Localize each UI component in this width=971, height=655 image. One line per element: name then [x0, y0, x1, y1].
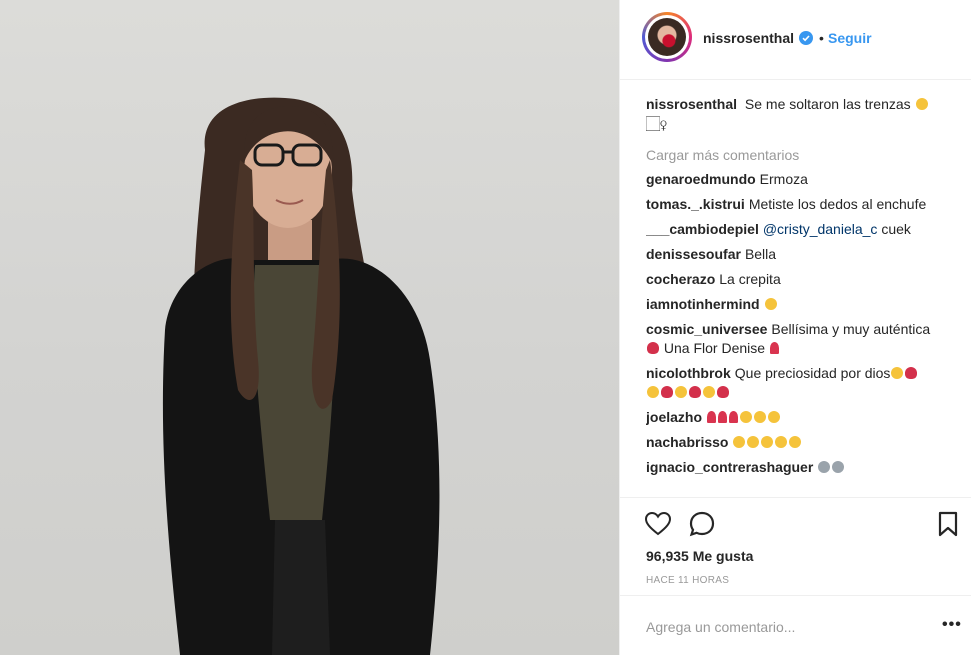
heart-emoji-icon — [905, 367, 918, 379]
comment-username[interactable]: ___cambiodepiel — [646, 221, 759, 237]
comment-text: Metiste los dedos al enchufe — [748, 196, 927, 212]
heart-eyes-emoji-icon — [891, 367, 904, 379]
comment-username[interactable]: denissesoufar — [646, 246, 741, 262]
comment-item: nachabrisso — [646, 433, 956, 452]
comment-item: genaroedmundo Ermoza — [646, 170, 956, 189]
verified-badge-icon — [799, 31, 813, 45]
caption-username[interactable]: nissrosenthal — [646, 96, 737, 112]
rose-emoji-icon — [769, 342, 779, 354]
comment-item: tomas._.kistrui Metiste los dedos al ench… — [646, 195, 956, 214]
tongue-emoji-icon — [915, 98, 928, 110]
comment-text: Que preciosidad por dios — [734, 365, 891, 381]
caption-line2: 🏻‍♀ — [646, 115, 667, 131]
heart-eyes-emoji-icon — [768, 411, 781, 423]
heart-emoji-icon — [689, 386, 701, 398]
comment-item: joelazho — [646, 408, 956, 427]
rose-emoji-icon — [729, 411, 739, 423]
photo-illustration — [162, 97, 440, 655]
comment-username[interactable]: tomas._.kistrui — [646, 196, 745, 212]
comments-list[interactable]: nissrosenthal Se me soltaron las trenzas… — [646, 95, 956, 495]
comment-username[interactable]: nicolothbrok — [646, 365, 731, 381]
kiss-emoji-icon — [740, 411, 753, 423]
post-side-panel: nissrosenthal • Seguir nissrosenthal Se … — [619, 0, 971, 655]
comment-text: Bellísima y muy auténtica — [771, 321, 931, 337]
comment-text-line2: Una Flor Denise — [663, 340, 766, 356]
speech-bubble-icon[interactable] — [688, 510, 716, 538]
comment-mention[interactable]: @cristy_daniela_c — [763, 221, 878, 237]
comment-item: iamnotinhermind — [646, 295, 956, 314]
likes-count[interactable]: 96,935 Me gusta — [646, 548, 753, 564]
heart-eyes-emoji-icon — [703, 386, 715, 398]
post-header: nissrosenthal • Seguir — [620, 0, 971, 80]
cat-emoji-icon — [818, 461, 831, 473]
add-comment-section: ••• — [620, 595, 971, 655]
comment-username[interactable]: cosmic_universee — [646, 321, 767, 337]
heart-eyes-emoji-icon — [775, 436, 788, 448]
comment-username[interactable]: genaroedmundo — [646, 171, 756, 187]
post-photo[interactable] — [0, 0, 619, 655]
comment-username[interactable]: iamnotinhermind — [646, 296, 760, 312]
comment-text: Ermoza — [759, 171, 808, 187]
heart-eyes-emoji-icon — [733, 436, 746, 448]
caption: nissrosenthal Se me soltaron las trenzas… — [646, 95, 956, 133]
heart-eyes-emoji-icon — [761, 436, 774, 448]
cat-emoji-icon — [832, 461, 845, 473]
comment-item: denissesoufar Bella — [646, 245, 956, 264]
heart-eyes-emoji-icon — [754, 411, 767, 423]
comment-item: nicolothbrok Que preciosidad por dios — [646, 364, 956, 402]
avatar-image — [648, 18, 686, 56]
add-comment-input[interactable] — [644, 614, 928, 640]
comment-text: cuek — [881, 221, 911, 237]
load-more-comments-button[interactable]: Cargar más comentarios — [646, 147, 956, 163]
heart-emoji-icon — [717, 386, 729, 398]
comment-username[interactable]: nachabrisso — [646, 434, 728, 450]
heart-eyes-emoji-icon — [747, 436, 760, 448]
rose-emoji-icon — [718, 411, 728, 423]
comment-username[interactable]: joelazho — [646, 409, 702, 425]
follow-button[interactable]: Seguir — [828, 30, 872, 46]
avatar[interactable] — [642, 12, 692, 62]
heart-outline-icon[interactable] — [644, 510, 672, 538]
comment-username[interactable]: ignacio_contrerashaguer — [646, 459, 813, 475]
heart-emoji-icon — [647, 342, 659, 354]
more-options-button[interactable]: ••• — [942, 616, 962, 634]
comment-text: Bella — [744, 246, 777, 262]
avatar-frame — [645, 15, 689, 59]
post-timestamp[interactable]: HACE 11 HORAS — [646, 575, 729, 586]
caption-text: Se me soltaron las trenzas — [744, 96, 911, 112]
comment-item: cosmic_universee Bellísima y muy auténtic… — [646, 320, 956, 358]
rose-emoji-icon — [707, 411, 717, 423]
heart-eyes-emoji-icon — [789, 436, 802, 448]
comment-text: La crepita — [719, 271, 781, 287]
heart-eyes-emoji-icon — [675, 386, 687, 398]
comment-item: ___cambiodepiel @cristy_daniela_c cuek — [646, 220, 956, 239]
post-actions: 96,935 Me gusta HACE 11 HORAS — [620, 497, 971, 595]
heart-eyes-emoji-icon — [647, 386, 659, 398]
comment-item: cocherazo La crepita — [646, 270, 956, 289]
comment-item: ignacio_contrerashaguer — [646, 458, 956, 477]
bookmark-icon[interactable] — [934, 510, 962, 538]
header-separator: • — [819, 30, 824, 46]
header-username[interactable]: nissrosenthal — [703, 30, 794, 46]
heart-emoji-icon — [661, 386, 673, 398]
heart-eyes-emoji-icon — [764, 298, 777, 310]
comment-username[interactable]: cocherazo — [646, 271, 715, 287]
